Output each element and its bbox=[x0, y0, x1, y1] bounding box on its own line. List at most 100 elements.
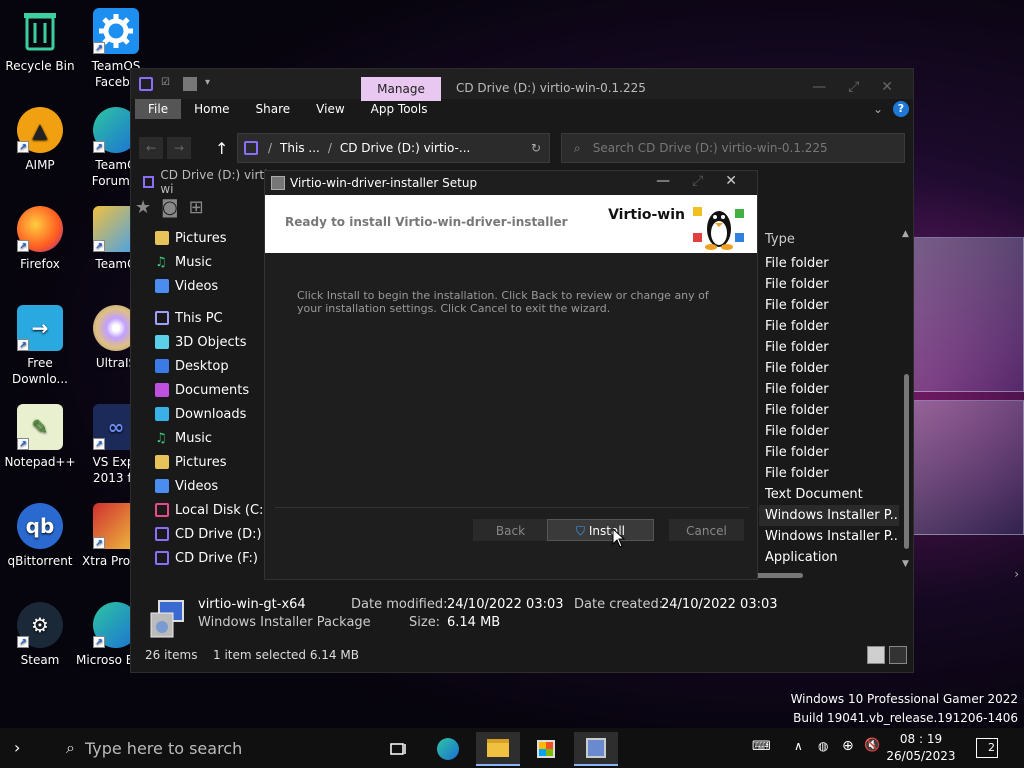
type-cell[interactable]: File folder bbox=[759, 442, 899, 463]
search-box[interactable]: ⌕ Search CD Drive (D:) virtio-win-0.1.22… bbox=[561, 133, 905, 163]
type-cell[interactable]: File folder bbox=[759, 274, 899, 295]
desktop-icon-aimp[interactable]: ▲ ↗ AIMP bbox=[0, 107, 80, 173]
type-cell[interactable]: Windows Installer P... bbox=[759, 526, 899, 547]
scroll-down-icon[interactable]: ▼ bbox=[902, 559, 909, 569]
scroll-right-icon[interactable]: › bbox=[1014, 567, 1019, 581]
notification-icon[interactable]: 2 bbox=[976, 738, 998, 758]
address-bar[interactable]: / This ... / CD Drive (D:) virtio-... ↻ bbox=[237, 133, 550, 163]
breadcrumb-this-pc[interactable]: This ... bbox=[280, 141, 320, 155]
type-cell[interactable]: File folder bbox=[759, 295, 899, 316]
item-count: 26 items bbox=[145, 648, 198, 662]
type-cell-selected[interactable]: Windows Installer P... bbox=[759, 505, 899, 526]
nav-item-videos-2[interactable]: Videos bbox=[155, 475, 218, 497]
back-button[interactable]: Back bbox=[473, 519, 548, 541]
task-view-icon[interactable] bbox=[376, 732, 420, 766]
nav-item-music[interactable]: ♫ Music bbox=[155, 251, 212, 273]
nav-item-this-pc[interactable]: This PC bbox=[155, 307, 223, 329]
scroll-thumb[interactable] bbox=[904, 374, 909, 549]
taskbar-search-input[interactable]: Type here to search bbox=[85, 739, 242, 758]
desktop-icon-steam[interactable]: ⚙ ↗ Steam bbox=[0, 602, 80, 668]
nav-item-cd-drive-f[interactable]: CD Drive (F:) bbox=[155, 547, 258, 569]
nav-item-pictures-2[interactable]: Pictures bbox=[155, 451, 226, 473]
windows-icon[interactable]: ⊞ bbox=[189, 197, 204, 218]
desktop-icon-qbittorrent[interactable]: qb qBittorrent bbox=[0, 503, 80, 569]
pictures-icon bbox=[155, 455, 169, 469]
downloads-icon bbox=[155, 407, 169, 421]
nav-item-pictures[interactable]: Pictures bbox=[155, 227, 226, 249]
up-arrow-icon[interactable]: ↑ bbox=[215, 139, 228, 158]
brand-name: Virtio-win bbox=[608, 207, 685, 223]
taskbar-search[interactable]: ⌕ Type here to search bbox=[60, 734, 360, 762]
close-icon[interactable]: ✕ bbox=[725, 173, 737, 189]
type-cell[interactable]: Text Document bbox=[759, 484, 899, 505]
type-cell[interactable]: File folder bbox=[759, 421, 899, 442]
tab-home[interactable]: Home bbox=[181, 99, 242, 119]
keyboard-icon[interactable]: ⌨ bbox=[752, 739, 771, 754]
help-icon[interactable]: ? bbox=[893, 101, 909, 117]
search-input[interactable]: Search CD Drive (D:) virtio-win-0.1.225 bbox=[593, 141, 828, 155]
star-icon[interactable]: ★ bbox=[135, 197, 151, 218]
tree-header[interactable]: CD Drive (D:) virtio-wi bbox=[131, 168, 281, 196]
file-explorer-icon[interactable] bbox=[476, 732, 520, 766]
back-arrow-icon[interactable]: ← bbox=[139, 137, 163, 159]
mouse-cursor-icon bbox=[612, 527, 626, 548]
breadcrumb-cd-drive[interactable]: CD Drive (D:) virtio-... bbox=[340, 141, 470, 155]
start-chevron-icon[interactable]: › bbox=[14, 738, 20, 757]
scroll-up-icon[interactable]: ▲ bbox=[902, 229, 909, 239]
refresh-icon[interactable]: ↻ bbox=[531, 141, 541, 155]
properties-icon[interactable]: ☑ bbox=[161, 77, 175, 91]
desktop-icon-free-download-manager[interactable]: → ↗ Free Downlo... bbox=[0, 305, 80, 387]
chevron-up-icon[interactable]: ∧ bbox=[794, 739, 803, 753]
nav-item-music-2[interactable]: ♫ Music bbox=[155, 427, 212, 449]
tab-file[interactable]: File bbox=[135, 99, 182, 119]
tab-manage[interactable]: Manage bbox=[361, 77, 441, 101]
nav-item-cd-drive-d[interactable]: CD Drive (D:) v bbox=[155, 523, 273, 545]
type-cell[interactable]: File folder bbox=[759, 400, 899, 421]
desktop-icon-recycle-bin[interactable]: Recycle Bin bbox=[0, 8, 80, 74]
large-icons-view-icon[interactable] bbox=[889, 646, 907, 664]
minimize-icon[interactable]: — bbox=[656, 173, 670, 189]
type-cell[interactable]: File folder bbox=[759, 253, 899, 274]
forward-arrow-icon[interactable]: → bbox=[167, 137, 191, 159]
type-cell[interactable]: File folder bbox=[759, 316, 899, 337]
close-icon[interactable]: ✕ bbox=[881, 79, 893, 95]
details-view-icon[interactable] bbox=[867, 646, 885, 664]
notepad-icon: ✎ ↗ bbox=[17, 404, 63, 450]
nav-item-documents[interactable]: Documents bbox=[155, 379, 249, 401]
minimize-icon[interactable]: — bbox=[812, 79, 826, 95]
meet-now-icon[interactable]: ◍ bbox=[818, 739, 828, 753]
vertical-scrollbar[interactable]: ▲ ▼ bbox=[902, 229, 912, 569]
nav-item-3d-objects[interactable]: 3D Objects bbox=[155, 331, 247, 353]
store-icon[interactable] bbox=[524, 732, 568, 766]
type-cell[interactable]: File folder bbox=[759, 358, 899, 379]
tab-app-tools[interactable]: App Tools bbox=[358, 99, 441, 119]
tab-view[interactable]: View bbox=[303, 99, 357, 119]
network-globe-icon[interactable]: ⊕ bbox=[842, 738, 854, 754]
nav-item-downloads[interactable]: Downloads bbox=[155, 403, 246, 425]
nav-item-local-disk-c[interactable]: Local Disk (C:) bbox=[155, 499, 268, 521]
nav-item-desktop[interactable]: Desktop bbox=[155, 355, 229, 377]
edge-icon[interactable] bbox=[426, 732, 470, 766]
maximize-icon[interactable]: ⤢ bbox=[848, 79, 859, 95]
chevron-down-icon[interactable]: ⌄ bbox=[873, 102, 883, 116]
type-cell[interactable]: Application bbox=[759, 547, 899, 568]
search-icon: ⌕ bbox=[574, 140, 581, 155]
install-button[interactable]: ⛉ Install bbox=[547, 519, 654, 541]
new-folder-icon[interactable] bbox=[183, 77, 197, 91]
download-manager-icon: → ↗ bbox=[17, 305, 63, 351]
firefox-icon: ↗ bbox=[17, 206, 63, 252]
column-header-type[interactable]: Type bbox=[759, 227, 899, 253]
type-cell[interactable]: File folder bbox=[759, 379, 899, 400]
desktop-icon-firefox[interactable]: ↗ Firefox bbox=[0, 206, 80, 272]
nav-item-videos[interactable]: Videos bbox=[155, 275, 218, 297]
file-type: Windows Installer Package bbox=[198, 615, 371, 630]
type-cell[interactable]: File folder bbox=[759, 337, 899, 358]
desktop-icon-notepad-plus-plus[interactable]: ✎ ↗ Notepad++ bbox=[0, 404, 80, 470]
tab-share[interactable]: Share bbox=[243, 99, 304, 119]
type-cell[interactable]: File folder bbox=[759, 463, 899, 484]
cancel-button[interactable]: Cancel bbox=[669, 519, 744, 541]
installer-taskbar-icon[interactable] bbox=[574, 732, 618, 766]
history-icon[interactable]: ◙ bbox=[161, 197, 178, 218]
customize-toolbar-icon[interactable]: ▾ bbox=[205, 77, 219, 91]
clock[interactable]: 08 : 19 26/05/2023 bbox=[878, 731, 964, 765]
